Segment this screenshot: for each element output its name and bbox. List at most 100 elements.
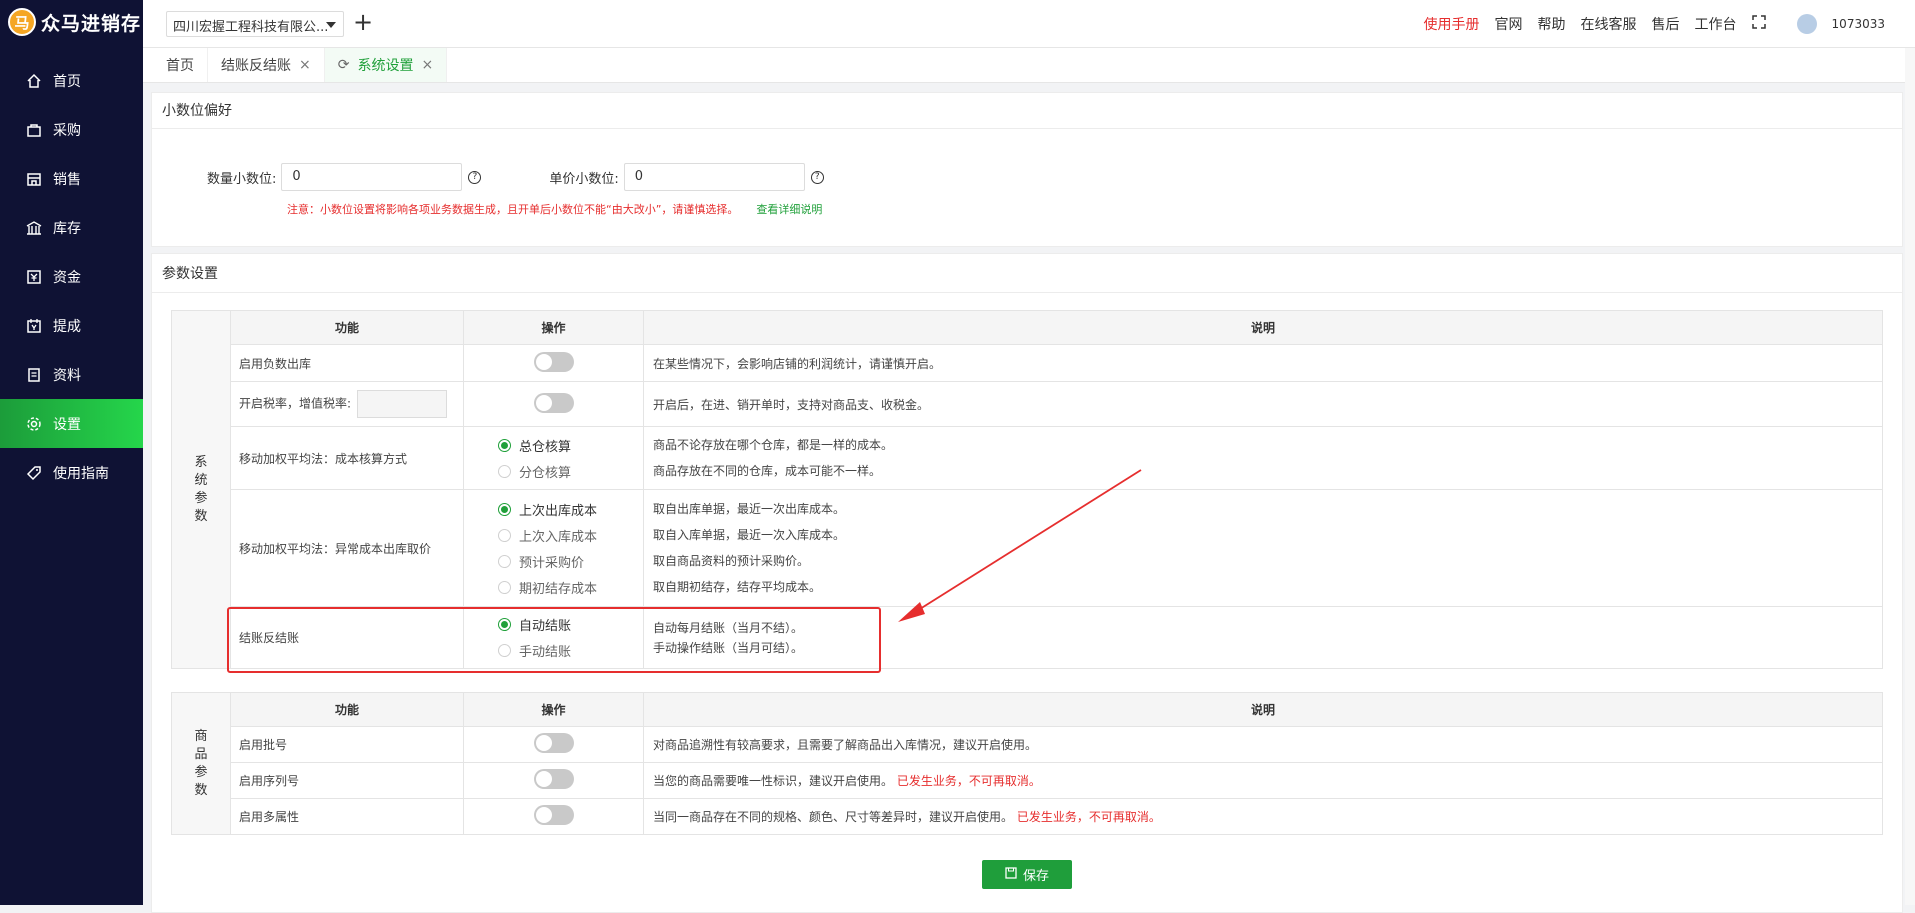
table-row: 移动加权平均法：异常成本出库取价 上次出库成本 上次入库成本 预计采购价 期初结…: [172, 489, 1883, 607]
company-select[interactable]: 四川宏握工程科技有限公...: [166, 11, 344, 37]
radio-expected-price[interactable]: 预计采购价: [498, 548, 643, 574]
radio-last-out-cost[interactable]: 上次出库成本: [498, 496, 643, 522]
decimal-panel: 小数位偏好 数量小数位: 0 ? 单价小数位: 0 ? 注意：小数位设置将影响各…: [151, 92, 1903, 247]
tab-system-settings[interactable]: ⟳ 系统设置 ×: [324, 48, 448, 82]
radio-label: 总仓核算: [519, 439, 572, 455]
save-label: 保存: [1022, 869, 1049, 884]
close-icon[interactable]: ×: [299, 57, 311, 73]
desc-line: 取自商品资料的预计采购价。: [653, 554, 810, 568]
batch-toggle[interactable]: [533, 733, 574, 753]
side-char: 参: [194, 764, 208, 780]
multi-toggle[interactable]: [533, 805, 574, 825]
decimal-note: 注意：小数位设置将影响各项业务数据生成，且开单后小数位不能“由大改小”，请谨慎选…: [287, 201, 822, 217]
desc-text: 当同一商品存在不同的规格、颜色、尺寸等差异时，建议开启使用。: [653, 810, 1014, 824]
radio-label: 期初结存成本: [519, 581, 598, 597]
tax-label: 开启税率，增值税率:: [239, 396, 352, 411]
table-row: 启用批号 对商品追溯性有较高要求，且需要了解商品出入库情况，建议开启使用。: [172, 726, 1883, 763]
bag-icon: [25, 121, 43, 139]
tax-rate-input[interactable]: [357, 390, 448, 418]
side-char: 统: [194, 472, 208, 488]
store-icon: [25, 170, 43, 188]
sidebar-item-guide[interactable]: 使用指南: [0, 448, 143, 497]
op-batch: [463, 726, 644, 763]
user-id[interactable]: 1073033: [1832, 17, 1885, 31]
sidebar-item-label: 资料: [53, 367, 81, 384]
sidebar-item-label: 首页: [53, 73, 81, 90]
logo[interactable]: 马 众马进销存: [0, 0, 143, 44]
decimal-row: 数量小数位: 0 ? 单价小数位: 0 ?: [152, 163, 824, 191]
main-content: 小数位偏好 数量小数位: 0 ? 单价小数位: 0 ? 注意：小数位设置将影响各…: [151, 92, 1903, 913]
tab-home[interactable]: 首页: [153, 48, 208, 82]
official-site-link[interactable]: 官网: [1495, 14, 1523, 34]
highlight-box: [227, 607, 881, 673]
col-desc: 说明: [643, 692, 1883, 727]
qty-decimal-label: 数量小数位:: [207, 171, 277, 187]
radio-total-warehouse[interactable]: 总仓核算: [498, 432, 643, 458]
sidebar-item-commission[interactable]: 提成: [0, 301, 143, 350]
refresh-icon[interactable]: ⟳: [338, 57, 350, 73]
after-sales-link[interactable]: 售后: [1652, 14, 1680, 34]
sidebar-item-label: 资金: [53, 269, 81, 286]
sidebar-item-home[interactable]: 首页: [0, 56, 143, 105]
sidebar-item-label: 库存: [53, 220, 81, 237]
qty-decimal-input[interactable]: 0: [281, 163, 463, 191]
sidebar-item-funds[interactable]: 资金: [0, 252, 143, 301]
decimal-panel-title: 小数位偏好: [152, 93, 1902, 129]
sidebar-item-data[interactable]: 资料: [0, 350, 143, 399]
manual-link[interactable]: 使用手册: [1424, 14, 1480, 34]
desc-line: 取自出库单据，最近一次出库成本。: [653, 502, 846, 516]
tab-label: 系统设置: [357, 58, 414, 74]
op-serial: [463, 762, 644, 799]
table-header: 系 统 参 数 功能 操作 说明: [171, 310, 1883, 669]
sidebar-item-purchase[interactable]: 采购: [0, 105, 143, 154]
avatar[interactable]: [1796, 14, 1817, 34]
tax-toggle[interactable]: [533, 392, 574, 413]
radio-label: 预计采购价: [519, 555, 585, 571]
radio-label: 上次入库成本: [519, 529, 598, 545]
sidebar-item-settings[interactable]: 设置: [0, 399, 143, 448]
help-icon[interactable]: ?: [810, 170, 824, 184]
add-tab-icon[interactable]: +: [353, 8, 373, 36]
negative-toggle[interactable]: [533, 351, 574, 372]
gear-icon: [25, 415, 43, 433]
online-service-link[interactable]: 在线客服: [1581, 14, 1637, 34]
save-icon: [1005, 866, 1017, 883]
radio-sub-warehouse[interactable]: 分仓核算: [498, 458, 643, 484]
chevron-down-icon: [326, 22, 336, 28]
help-icon[interactable]: ?: [468, 170, 482, 184]
table-row: 启用序列号 当您的商品需要唯一性标识，建议开启使用。 已发生业务，不可再取消。: [172, 762, 1883, 799]
sidebar-item-label: 使用指南: [53, 465, 109, 482]
detail-link[interactable]: 查看详细说明: [756, 203, 822, 216]
workbench-link[interactable]: 工作台: [1695, 14, 1737, 34]
params-panel: 参数设置 系 统 参 数 功能 操作 说明 启用负数出库 在某些情况下，会影响店…: [151, 253, 1903, 913]
help-link[interactable]: 帮助: [1538, 14, 1566, 34]
sidebar-item-label: 提成: [53, 318, 81, 335]
price-decimal-input[interactable]: 0: [623, 163, 805, 191]
commission-icon: [25, 317, 43, 335]
tag-icon: [25, 464, 43, 482]
sidebar-item-sales[interactable]: 销售: [0, 154, 143, 203]
serial-toggle[interactable]: [533, 769, 574, 789]
col-desc: 说明: [643, 310, 1883, 345]
tab-closing[interactable]: 结账反结账 ×: [208, 48, 325, 82]
side-char: 品: [194, 746, 208, 762]
fullscreen-icon[interactable]: [1751, 15, 1766, 33]
func-batch: 启用批号: [230, 726, 464, 763]
side-char: 参: [194, 490, 208, 506]
radio-opening-cost[interactable]: 期初结存成本: [498, 574, 643, 600]
side-char: 数: [194, 782, 208, 798]
radio-label: 上次出库成本: [519, 503, 598, 519]
save-button[interactable]: 保存: [982, 860, 1072, 889]
radio-dot: [498, 464, 511, 478]
logo-text: 众马进销存: [41, 12, 142, 35]
desc-multi: 当同一商品存在不同的规格、颜色、尺寸等差异时，建议开启使用。 已发生业务，不可再…: [643, 798, 1883, 835]
scrollbar[interactable]: [1905, 48, 1915, 905]
close-icon[interactable]: ×: [421, 57, 433, 73]
goods-params-label: 商 品 参 数: [171, 692, 231, 835]
op-multi: [463, 798, 644, 835]
sidebar-nav: 首页 采购 销售 库存 资金 提成 资料 设置 使用指南: [0, 56, 143, 497]
sidebar-item-inventory[interactable]: 库存: [0, 203, 143, 252]
radio-last-in-cost[interactable]: 上次入库成本: [498, 522, 643, 548]
radio-label: 分仓核算: [519, 465, 572, 481]
company-name: 四川宏握工程科技有限公...: [173, 20, 329, 35]
